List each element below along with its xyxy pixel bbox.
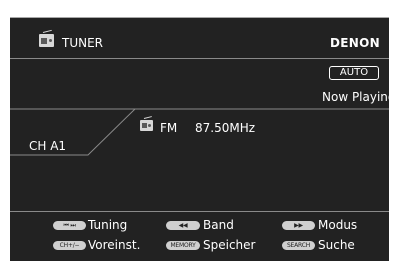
hint-search-label: Suche [318, 238, 355, 252]
mode-key-icon: ▶▶ [282, 221, 315, 230]
hint-preset-label: Voreinst. [88, 238, 141, 252]
memory-key-icon: MEMORY [166, 241, 200, 250]
hint-tuning-label: Tuning [88, 218, 128, 232]
search-key-icon: SEARCH [282, 241, 315, 250]
band-key-icon: ◀◀ [166, 221, 200, 230]
tuner-screen: TUNER DENON AUTO Now Playing CH A1 FM 87… [10, 17, 396, 261]
tuning-key-icon: ⏮ ⏭ [53, 221, 86, 230]
hint-band-label: Band [203, 218, 234, 232]
radio-icon [140, 116, 153, 131]
frequency-readout: 87.50MHz [195, 121, 256, 135]
preset-key-icon: CH+/− [53, 241, 86, 250]
preset-channel: CH A1 [29, 139, 67, 153]
footer-divider [10, 211, 389, 212]
band-label: FM [160, 121, 178, 135]
hint-memory-label: Speicher [203, 238, 256, 252]
hint-mode-label: Modus [318, 218, 358, 232]
